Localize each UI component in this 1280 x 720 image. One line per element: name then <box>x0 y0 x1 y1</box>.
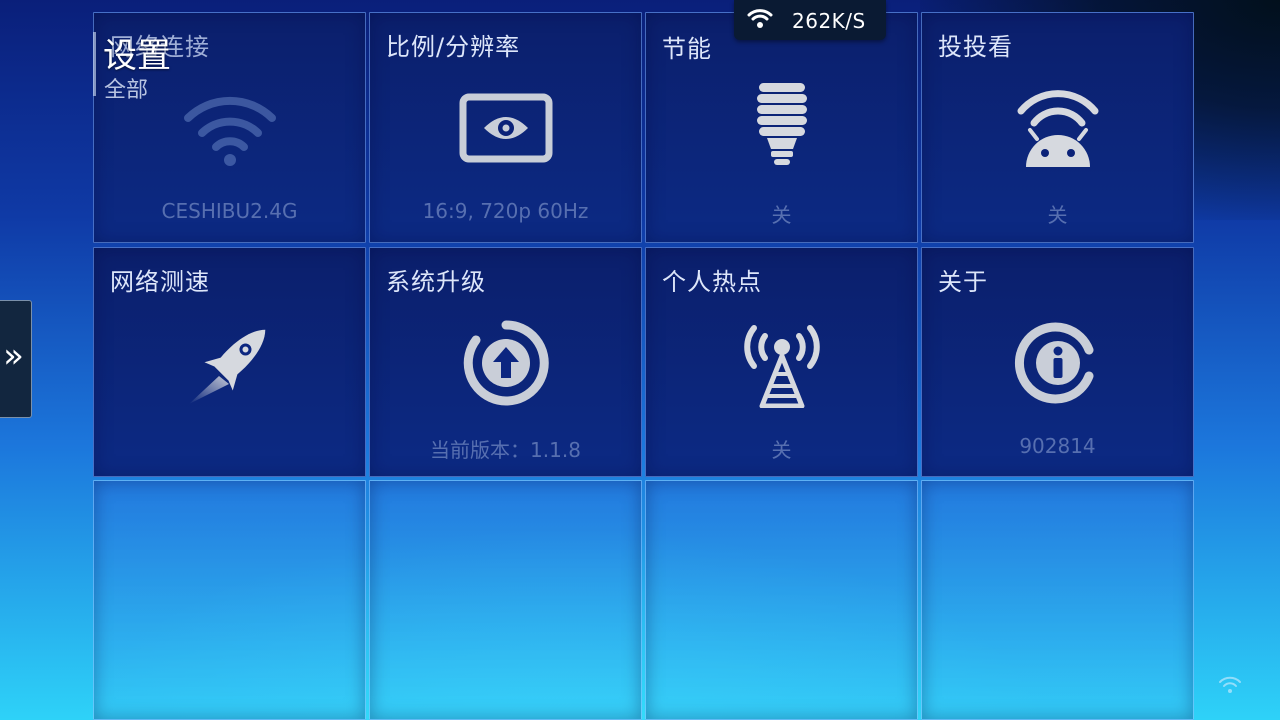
tile-value: 当前版本：1.1.8 <box>430 438 581 462</box>
speed-text: 262K/S <box>792 9 866 33</box>
tile-about[interactable]: 关于 902814 <box>921 247 1194 477</box>
android-cast-icon <box>1003 83 1113 173</box>
side-menu-toggle[interactable]: » <box>0 300 32 418</box>
rocket-icon <box>175 318 285 408</box>
lightbulb-icon <box>727 79 837 169</box>
empty-tile <box>645 480 918 720</box>
tile-aspect-resolution[interactable]: 比例/分辨率 16:9, 720p 60Hz <box>369 12 642 243</box>
tile-title: 比例/分辨率 <box>386 33 521 61</box>
settings-grid: 网络连接 CESHIBU2.4G 比例/分辨率 16:9, 720p 60Hz … <box>93 12 1195 720</box>
wifi-status-icon <box>1218 676 1242 698</box>
tile-value: 关 <box>771 438 792 462</box>
wifi-icon <box>746 6 774 35</box>
tile-value: CESHIBU2.4G <box>161 199 298 223</box>
tile-title: 网络测速 <box>110 268 210 296</box>
double-chevron-right-icon: » <box>3 336 24 376</box>
page-title: 设置 <box>103 36 171 76</box>
network-speed-indicator: 262K/S <box>734 0 886 40</box>
upgrade-arrow-icon <box>451 318 561 408</box>
tile-value: 16:9, 720p 60Hz <box>422 199 589 223</box>
wifi-icon <box>175 83 285 173</box>
hotspot-tower-icon <box>727 318 837 408</box>
empty-tile <box>921 480 1194 720</box>
tile-personal-hotspot[interactable]: 个人热点 关 <box>645 247 918 477</box>
tile-title: 关于 <box>938 268 988 296</box>
empty-tile <box>93 480 366 720</box>
tile-power-saving[interactable]: 节能 关 <box>645 12 918 243</box>
tile-value: 关 <box>771 203 792 227</box>
tile-value: 关 <box>1047 203 1068 227</box>
tile-title: 节能 <box>662 35 712 63</box>
tile-system-upgrade[interactable]: 系统升级 当前版本：1.1.8 <box>369 247 642 477</box>
tile-value: 902814 <box>1019 434 1096 458</box>
eye-screen-icon <box>451 83 561 173</box>
empty-tile <box>369 480 642 720</box>
tile-title: 个人热点 <box>662 268 762 296</box>
header-divider <box>93 32 96 96</box>
tile-title: 投投看 <box>938 33 1013 61</box>
tile-title: 系统升级 <box>386 268 486 296</box>
info-icon <box>1003 318 1113 408</box>
page-subtitle: 全部 <box>104 78 149 103</box>
tile-screen-cast[interactable]: 投投看 关 <box>921 12 1194 243</box>
tile-network-speedtest[interactable]: 网络测速 <box>93 247 366 477</box>
